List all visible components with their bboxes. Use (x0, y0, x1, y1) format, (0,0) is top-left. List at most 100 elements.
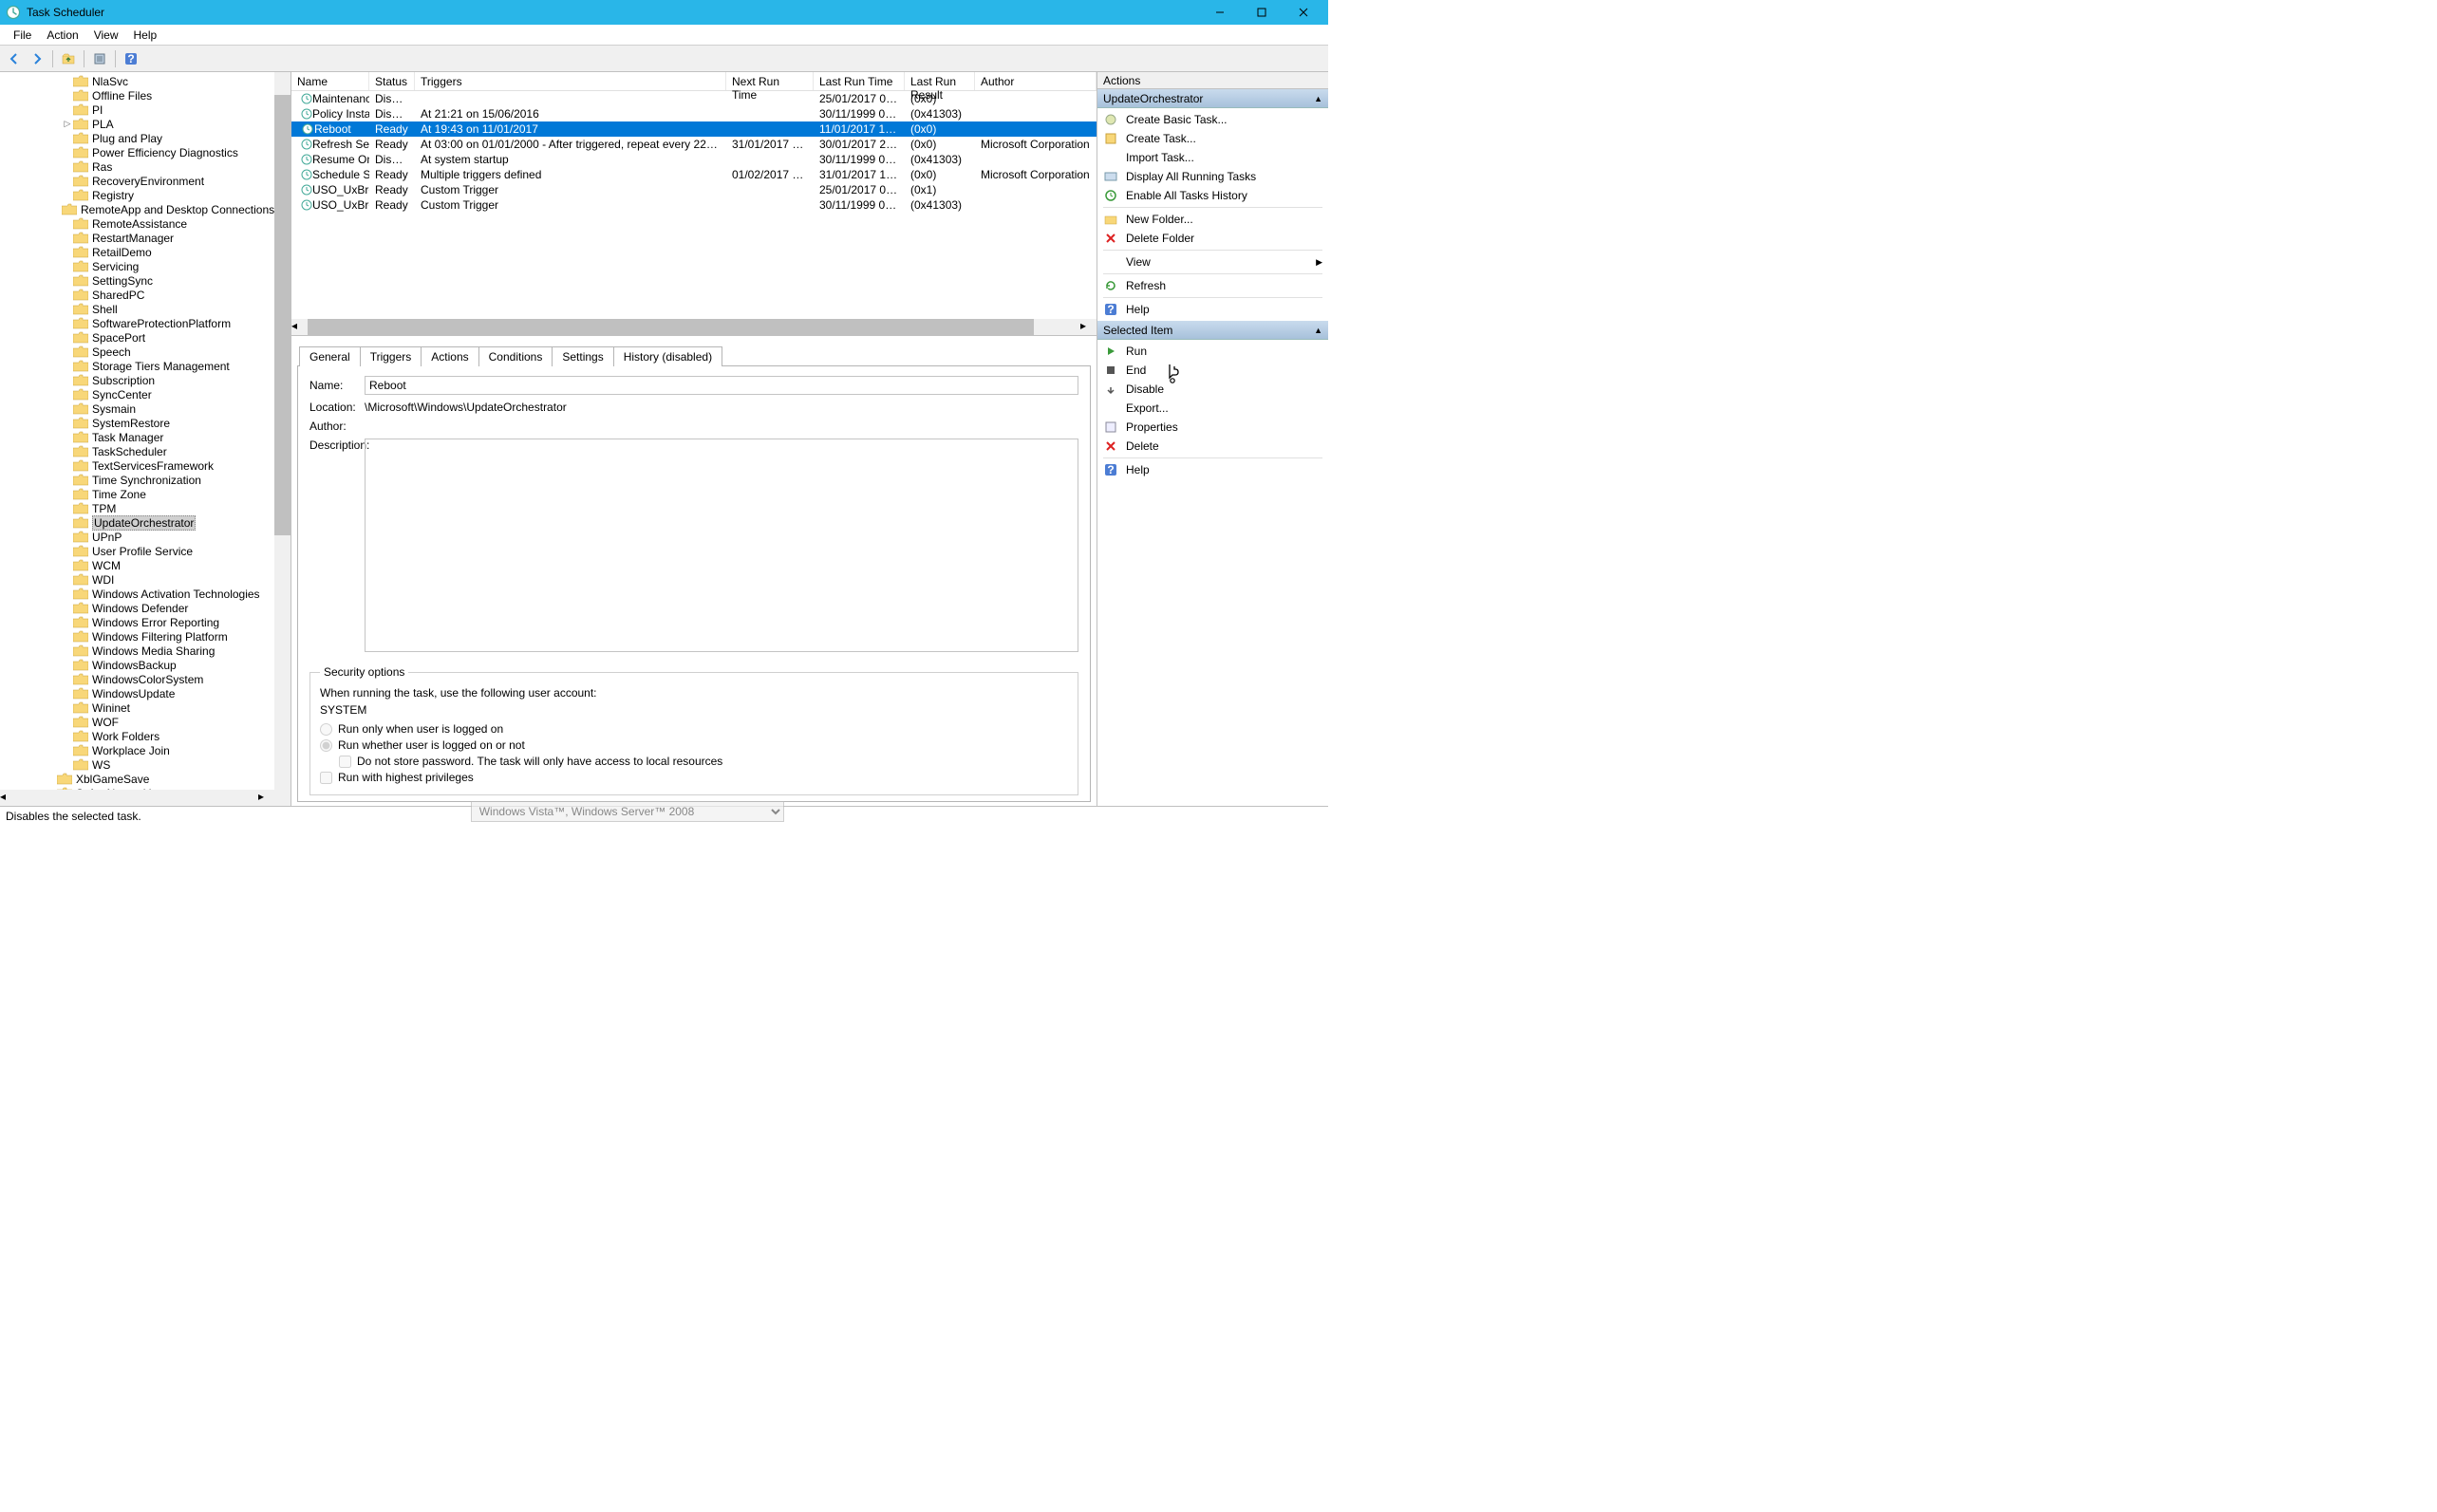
col-author[interactable]: Author (975, 72, 1097, 90)
tree-item[interactable]: RetailDemo (0, 245, 291, 259)
tree-item[interactable]: RemoteApp and Desktop Connections Update (0, 202, 291, 216)
tab-settings[interactable]: Settings (552, 346, 613, 366)
tree-item[interactable]: PI (0, 103, 291, 117)
tree-item[interactable]: Speech (0, 345, 291, 359)
tree-item[interactable]: Subscription (0, 373, 291, 387)
tree-item[interactable]: Ras (0, 159, 291, 174)
action-help[interactable]: ?Help (1097, 300, 1328, 319)
tree-item[interactable]: SettingSync (0, 273, 291, 288)
tree-item[interactable]: Sysmain (0, 401, 291, 416)
task-row[interactable]: Resume On ...DisabledAt system startup30… (291, 152, 1097, 167)
tree-item[interactable]: Time Zone (0, 487, 291, 501)
tree-item[interactable]: WDI (0, 572, 291, 587)
folder-tree[interactable]: NlaSvcOffline FilesPI▷PLAPlug and PlayPo… (0, 72, 291, 800)
action-help-selected[interactable]: ?Help (1097, 460, 1328, 479)
task-row[interactable]: Refresh Setti...ReadyAt 03:00 on 01/01/2… (291, 137, 1097, 152)
tree-item[interactable]: Wininet (0, 700, 291, 715)
radio-run-logged-on[interactable]: Run only when user is logged on (320, 722, 1068, 736)
action-create-basic-task[interactable]: Create Basic Task... (1097, 110, 1328, 129)
tree-item[interactable]: WindowsUpdate (0, 686, 291, 700)
task-list-horizontal-scrollbar[interactable]: ◂ ▸ (291, 319, 1097, 335)
tree-item[interactable]: User Profile Service (0, 544, 291, 558)
tab-actions[interactable]: Actions (421, 346, 478, 366)
action-delete-folder[interactable]: Delete Folder (1097, 229, 1328, 248)
tree-item[interactable]: UPnP (0, 530, 291, 544)
tree-item[interactable]: RecoveryEnvironment (0, 174, 291, 188)
col-last-run[interactable]: Last Run Time (814, 72, 905, 90)
back-button[interactable] (4, 48, 25, 69)
tree-item[interactable]: Power Efficiency Diagnostics (0, 145, 291, 159)
col-next-run[interactable]: Next Run Time (726, 72, 814, 90)
tree-item[interactable]: UpdateOrchestrator (0, 515, 291, 530)
menu-action[interactable]: Action (39, 26, 85, 45)
check-highest-privileges[interactable]: Run with highest privileges (320, 771, 1068, 784)
tree-item[interactable]: SyncCenter (0, 387, 291, 401)
tree-item[interactable]: WindowsBackup (0, 658, 291, 672)
task-row[interactable]: RebootReadyAt 19:43 on 11/01/201711/01/2… (291, 121, 1097, 137)
minimize-button[interactable] (1199, 0, 1241, 25)
tree-item[interactable]: TaskScheduler (0, 444, 291, 458)
tab-history[interactable]: History (disabled) (613, 346, 722, 366)
radio-run-whether[interactable]: Run whether user is logged on or not (320, 738, 1068, 752)
tree-item[interactable]: WS (0, 757, 291, 772)
col-last-result[interactable]: Last Run Result (905, 72, 975, 90)
description-field[interactable] (365, 439, 1078, 652)
name-field[interactable] (365, 376, 1078, 395)
tree-item[interactable]: WindowsColorSystem (0, 672, 291, 686)
task-row[interactable]: Schedule ScanReadyMultiple triggers defi… (291, 167, 1097, 182)
tree-item[interactable]: Windows Activation Technologies (0, 587, 291, 601)
task-row[interactable]: USO_UxBrok...ReadyCustom Trigger25/01/20… (291, 182, 1097, 197)
menu-file[interactable]: File (6, 26, 39, 45)
tree-item[interactable]: Windows Filtering Platform (0, 629, 291, 644)
col-status[interactable]: Status (369, 72, 415, 90)
action-properties[interactable]: Properties (1097, 418, 1328, 437)
task-list-header[interactable]: Name Status Triggers Next Run Time Last … (291, 72, 1097, 91)
check-no-store-password[interactable]: Do not store password. The task will onl… (339, 755, 1068, 768)
task-row[interactable]: Policy InstallDisabledAt 21:21 on 15/06/… (291, 106, 1097, 121)
tree-item[interactable]: TextServicesFramework (0, 458, 291, 473)
actions-section-selected[interactable]: Selected Item ▲ (1097, 321, 1328, 340)
action-delete[interactable]: Delete (1097, 437, 1328, 456)
action-create-task[interactable]: Create Task... (1097, 129, 1328, 148)
action-display-running[interactable]: Display All Running Tasks (1097, 167, 1328, 186)
tree-item[interactable]: TPM (0, 501, 291, 515)
close-button[interactable] (1283, 0, 1324, 25)
tree-item[interactable]: XblGameSave (0, 772, 291, 786)
action-disable[interactable]: Disable (1097, 380, 1328, 399)
action-view[interactable]: View▶ (1097, 252, 1328, 271)
tree-item[interactable]: SharedPC (0, 288, 291, 302)
tree-item[interactable]: Registry (0, 188, 291, 202)
help-icon[interactable]: ? (121, 48, 141, 69)
tree-item[interactable]: ▷PLA (0, 117, 291, 131)
tree-item[interactable]: Windows Defender (0, 601, 291, 615)
col-triggers[interactable]: Triggers (415, 72, 726, 90)
tree-vertical-scrollbar[interactable] (274, 72, 291, 806)
forward-button[interactable] (27, 48, 47, 69)
tree-item[interactable]: Shell (0, 302, 291, 316)
tree-item[interactable]: WOF (0, 715, 291, 729)
action-new-folder[interactable]: New Folder... (1097, 210, 1328, 229)
tree-item[interactable]: Offline Files (0, 88, 291, 103)
tree-item[interactable]: NlaSvc (0, 74, 291, 88)
tab-triggers[interactable]: Triggers (360, 346, 422, 366)
actions-section-folder[interactable]: UpdateOrchestrator ▲ (1097, 89, 1328, 108)
tree-item[interactable]: Time Synchronization (0, 473, 291, 487)
tree-item[interactable]: SystemRestore (0, 416, 291, 430)
action-end[interactable]: End (1097, 361, 1328, 380)
menu-help[interactable]: Help (126, 26, 165, 45)
tree-item[interactable]: WCM (0, 558, 291, 572)
tree-item[interactable]: Windows Error Reporting (0, 615, 291, 629)
tree-item[interactable]: Task Manager (0, 430, 291, 444)
action-enable-history[interactable]: Enable All Tasks History (1097, 186, 1328, 205)
properties-icon[interactable] (89, 48, 110, 69)
action-export[interactable]: Export... (1097, 399, 1328, 418)
tree-item[interactable]: Servicing (0, 259, 291, 273)
tree-item[interactable]: SoftwareProtectionPlatform (0, 316, 291, 330)
tab-general[interactable]: General (299, 346, 361, 366)
tree-item[interactable]: Storage Tiers Management (0, 359, 291, 373)
tree-item[interactable]: Plug and Play (0, 131, 291, 145)
tree-item[interactable]: RemoteAssistance (0, 216, 291, 231)
menu-view[interactable]: View (86, 26, 126, 45)
col-name[interactable]: Name (291, 72, 369, 90)
action-refresh[interactable]: Refresh (1097, 276, 1328, 295)
